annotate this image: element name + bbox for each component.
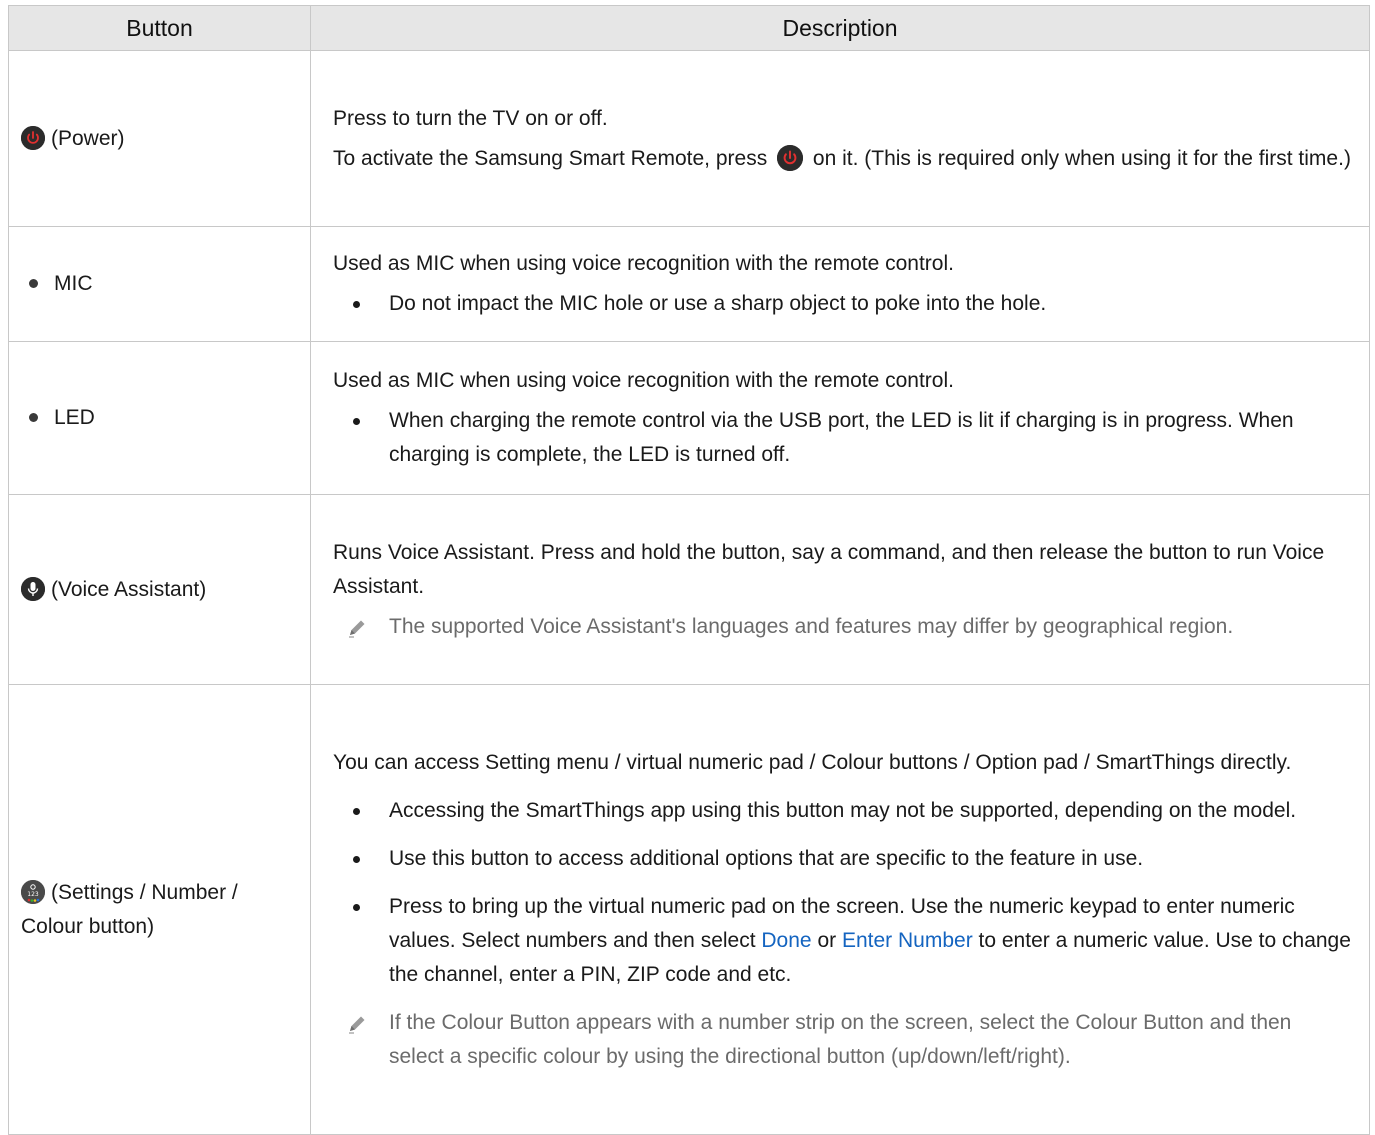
- done-link: Done: [761, 928, 812, 952]
- button-label: (Power): [51, 126, 125, 150]
- description-text-part: on it. (This is required only when using…: [812, 146, 1351, 170]
- table-row: 123 (Settings / Number / Colour button) …: [8, 684, 1370, 1135]
- description-text: Used as MIC when using voice recognition…: [333, 252, 954, 275]
- description-text-part: To activate the Samsung Smart Remote, pr…: [333, 146, 768, 170]
- header-button: Button: [8, 5, 311, 51]
- microphone-icon: [21, 576, 45, 601]
- description-cell: Used as MIC when using voice recognition…: [310, 226, 1370, 342]
- button-cell: (Power): [8, 50, 311, 227]
- bullet-text-part: or: [817, 928, 837, 952]
- pencil-icon: [349, 620, 365, 638]
- description-text: To activate the Samsung Smart Remote, pr…: [333, 142, 1351, 176]
- table-row: (Voice Assistant) Runs Voice Assistant. …: [8, 494, 1370, 685]
- button-cell: 123 (Settings / Number / Colour button): [8, 684, 311, 1135]
- remote-buttons-table: Button Description (Power) Press to turn…: [8, 5, 1370, 1135]
- button-label: (Settings / Number / Colour button): [21, 880, 238, 938]
- bullet-item: Do not impact the MIC hole or use a shar…: [333, 287, 1351, 321]
- description-cell: Press to turn the TV on or off. To activ…: [310, 50, 1370, 227]
- pencil-icon: [349, 1016, 365, 1034]
- bullet-item: Accessing the SmartThings app using this…: [333, 794, 1351, 828]
- note-text: If the Colour Button appears with a numb…: [389, 1010, 1292, 1068]
- description-cell: Runs Voice Assistant. Press and hold the…: [310, 494, 1370, 685]
- table-row: (Power) Press to turn the TV on or off. …: [8, 50, 1370, 227]
- led-dot-icon: [29, 412, 38, 422]
- mic-dot-icon: [29, 278, 38, 288]
- note-item: The supported Voice Assistant's language…: [333, 610, 1351, 644]
- note-text: The supported Voice Assistant's language…: [389, 614, 1234, 638]
- description-cell: Used as MIC when using voice recognition…: [310, 341, 1370, 495]
- bullet-item: Use this button to access additional opt…: [333, 842, 1351, 876]
- button-label: LED: [54, 406, 95, 429]
- button-cell: MIC: [8, 226, 311, 342]
- description-text: You can access Setting menu / virtual nu…: [333, 750, 1292, 774]
- table-row: LED Used as MIC when using voice recogni…: [8, 341, 1370, 495]
- description-text: Runs Voice Assistant. Press and hold the…: [333, 540, 1325, 598]
- description-cell: You can access Setting menu / virtual nu…: [310, 684, 1370, 1135]
- header-description: Description: [310, 5, 1370, 51]
- settings-number-icon: 123: [21, 879, 45, 904]
- button-label: (Voice Assistant): [51, 577, 207, 601]
- description-text: Used as MIC when using voice recognition…: [333, 369, 954, 392]
- description-text: Press to turn the TV on or off.: [333, 106, 608, 130]
- button-cell: (Voice Assistant): [8, 494, 311, 685]
- svg-text:123: 123: [27, 891, 39, 898]
- power-icon: [21, 125, 45, 150]
- button-label: MIC: [54, 272, 93, 295]
- table-row: MIC Used as MIC when using voice recogni…: [8, 226, 1370, 342]
- power-icon: [777, 144, 804, 171]
- bullet-item: Press to bring up the virtual numeric pa…: [333, 890, 1351, 992]
- button-cell: LED: [8, 341, 311, 495]
- enter-number-link: Enter Number: [841, 928, 973, 952]
- note-item: If the Colour Button appears with a numb…: [333, 1006, 1351, 1074]
- table-header-row: Button Description: [8, 5, 1370, 51]
- bullet-item: When charging the remote control via the…: [333, 404, 1351, 472]
